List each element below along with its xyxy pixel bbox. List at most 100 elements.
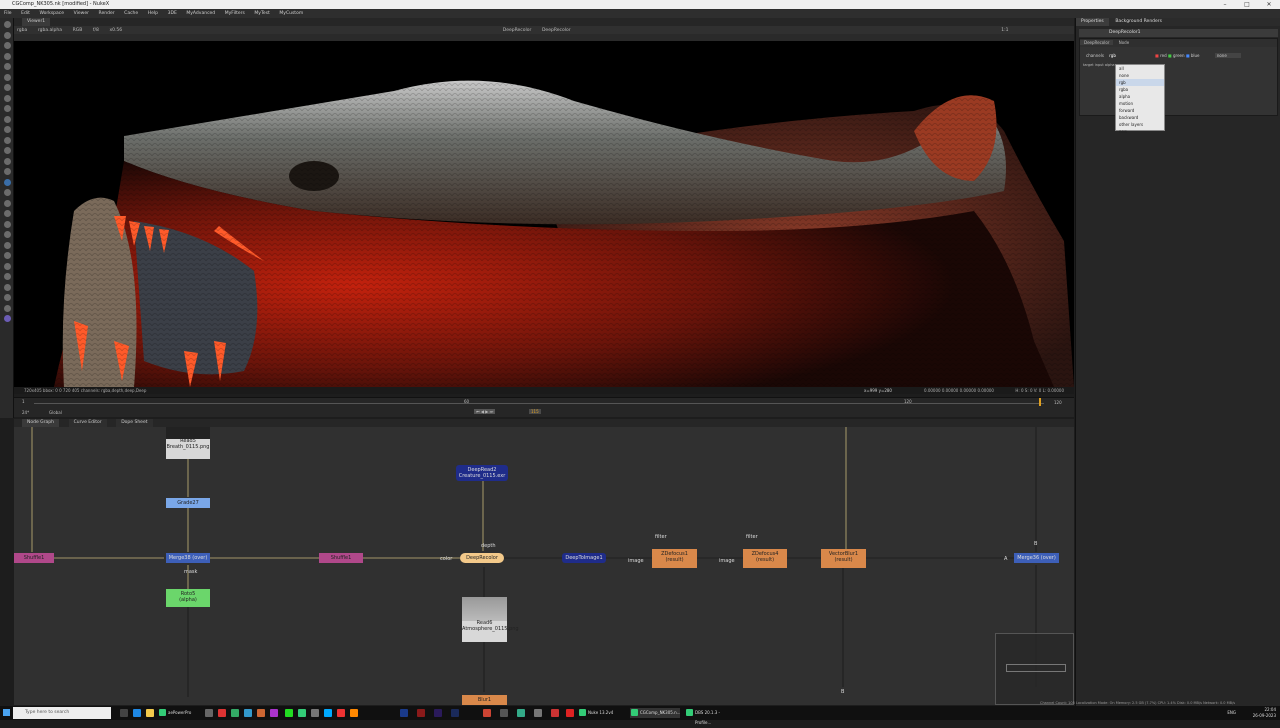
- tab-properties[interactable]: Properties: [1076, 18, 1109, 26]
- acrobat-icon[interactable]: [417, 709, 425, 717]
- app-icon-9[interactable]: [324, 709, 332, 717]
- menu-mytest[interactable]: MyTest: [250, 9, 273, 18]
- current-frame-field[interactable]: 115: [529, 409, 541, 414]
- after-effects-icon[interactable]: [434, 709, 442, 717]
- menu-render[interactable]: Render: [95, 9, 119, 18]
- app-icon-14[interactable]: [517, 709, 525, 717]
- app-icon-2[interactable]: [218, 709, 226, 717]
- extra-tools-icon[interactable]: [3, 283, 11, 291]
- app-icon-4[interactable]: [244, 709, 252, 717]
- menu-viewer[interactable]: Viewer: [70, 9, 93, 18]
- color-tools-icon[interactable]: [3, 63, 11, 70]
- maximize-icon[interactable]: □: [1236, 0, 1258, 9]
- red-checkbox-icon[interactable]: ■: [1155, 53, 1159, 58]
- photoshop-icon[interactable]: [400, 709, 408, 717]
- image-tools-icon[interactable]: [3, 21, 11, 28]
- merge-tools-icon[interactable]: [3, 94, 11, 102]
- keyer-tools-icon[interactable]: [3, 84, 11, 91]
- properties-node-name[interactable]: DeepRecolor1: [1109, 30, 1141, 35]
- views-tools-icon[interactable]: [3, 126, 11, 133]
- toolsets-icon[interactable]: [3, 147, 11, 154]
- dropdown-option-alpha[interactable]: alpha: [1116, 93, 1164, 100]
- tab-dope-sheet[interactable]: Dope Sheet: [116, 419, 153, 427]
- tab-background-renders[interactable]: Background Renders: [1110, 18, 1167, 26]
- dropdown-option-rgba[interactable]: rgba: [1116, 86, 1164, 93]
- menu-edit[interactable]: Edit: [17, 9, 34, 18]
- range-mode-select[interactable]: Global: [49, 410, 62, 415]
- menu-mycustom[interactable]: MyCustom: [275, 9, 307, 18]
- cara-tools-icon[interactable]: [3, 241, 11, 249]
- menu-myadvanced[interactable]: MyAdvanced: [182, 9, 219, 18]
- app-icon-11[interactable]: [350, 709, 358, 717]
- navigator-viewport[interactable]: [1006, 664, 1066, 672]
- app-icon-7[interactable]: [298, 709, 306, 717]
- merge36-node[interactable]: Merge36 (over): [1014, 553, 1059, 563]
- blue-checkbox-icon[interactable]: ■: [1186, 53, 1190, 58]
- app-icon-5[interactable]: [257, 709, 265, 717]
- adobe-app-icon[interactable]: [451, 709, 459, 717]
- ocula-tools-icon[interactable]: [3, 199, 11, 207]
- viewer-canvas[interactable]: [14, 41, 1074, 387]
- tab-node[interactable]: Node: [1115, 40, 1133, 45]
- dropdown-option-forward[interactable]: forward: [1116, 107, 1164, 114]
- dropdown-option-none[interactable]: none: [1116, 72, 1164, 79]
- app-icon-17[interactable]: [566, 709, 574, 717]
- tab-deeprecolor[interactable]: DeepRecolor: [1080, 40, 1114, 45]
- app-icon-13[interactable]: [500, 709, 508, 717]
- menu-myfilters[interactable]: MyFilters: [221, 9, 249, 18]
- playhead[interactable]: [1039, 398, 1041, 406]
- furnace-tools-icon[interactable]: [3, 189, 11, 196]
- tab-viewer1[interactable]: Viewer1: [22, 18, 51, 26]
- menu-3de[interactable]: 3DE: [164, 9, 181, 18]
- read6-node[interactable]: Read6 Atmosphere_0115.png: [462, 597, 519, 642]
- dropdown-option-backward[interactable]: backward: [1116, 114, 1164, 121]
- deepread2-node[interactable]: DeepRead2 Creature_0115.exr: [456, 465, 508, 481]
- task-view-icon[interactable]: [120, 709, 128, 717]
- shuffle-node-left[interactable]: Shuffle1: [14, 553, 54, 563]
- shuffle-node-mid[interactable]: Shuffle1: [319, 553, 363, 563]
- target-input-alpha-checkbox[interactable]: target input alpha: [1083, 63, 1115, 67]
- channel-tools-icon[interactable]: [3, 52, 11, 60]
- settings-tools-icon[interactable]: [3, 273, 11, 280]
- more-tools-icon[interactable]: [3, 294, 11, 301]
- user-tools-icon[interactable]: [3, 315, 11, 322]
- whatsapp-icon[interactable]: [285, 709, 293, 717]
- menu-workspace[interactable]: Workspace: [35, 9, 68, 18]
- fps-field[interactable]: 24*: [22, 410, 29, 415]
- zdefocus1-node[interactable]: ZDefocus1 (result): [652, 549, 697, 568]
- channels-select[interactable]: rgb: [1109, 53, 1116, 58]
- windows-start-icon[interactable]: [3, 709, 10, 716]
- green-checkbox-icon[interactable]: ■: [1168, 53, 1172, 58]
- gizmo-tools-icon[interactable]: [3, 210, 11, 217]
- close-icon[interactable]: ✕: [1258, 0, 1280, 9]
- timeline-bar[interactable]: 1 60 120 24* Global ⏮ ◀ ▶ ⏭ 115 120: [14, 397, 1074, 417]
- edge-icon[interactable]: [133, 709, 141, 717]
- app-icon-6[interactable]: [270, 709, 278, 717]
- custom-tools-icon[interactable]: [3, 231, 11, 238]
- zdefocus4-node[interactable]: ZDefocus4 (result): [743, 549, 787, 568]
- script-tools-icon[interactable]: [3, 262, 11, 270]
- taskbar-app-nuke[interactable]: Nuke 13.2v4: [578, 708, 623, 718]
- app-icon-16[interactable]: [551, 709, 559, 717]
- taskbar-search-input[interactable]: Type here to search: [13, 707, 111, 719]
- dropdown-option-other-layers[interactable]: other layers: [1116, 121, 1164, 128]
- node-graph-navigator[interactable]: [995, 633, 1074, 705]
- time-tools-icon[interactable]: [3, 42, 11, 49]
- taskbar-app-aepowerpro[interactable]: aePowerPro: [158, 708, 198, 718]
- draw-tools-icon[interactable]: [3, 31, 11, 39]
- timeline-end-field[interactable]: 120: [1054, 400, 1062, 405]
- channels-dropdown-menu[interactable]: all none rgb rgba alpha motion forward b…: [1115, 64, 1165, 134]
- filter-tools-icon[interactable]: [3, 73, 11, 81]
- misc-tools-icon[interactable]: [3, 304, 11, 312]
- deeprecolor-node[interactable]: DeepRecolor: [460, 553, 504, 563]
- app-icon-15[interactable]: [534, 709, 542, 717]
- menu-cache[interactable]: Cache: [120, 9, 142, 18]
- particles-tools-icon[interactable]: [3, 168, 11, 175]
- taskbar-app-cgcomp[interactable]: CGComp_NK305.n...: [630, 708, 680, 718]
- alpha-channel-select[interactable]: none: [1214, 53, 1241, 58]
- app-icon-1[interactable]: [205, 709, 213, 717]
- tab-node-graph[interactable]: Node Graph: [22, 419, 59, 427]
- playback-controls[interactable]: ⏮ ◀ ▶ ⏭: [474, 409, 496, 414]
- dropdown-option-new[interactable]: new: [1116, 128, 1164, 135]
- menu-file[interactable]: File: [0, 9, 16, 18]
